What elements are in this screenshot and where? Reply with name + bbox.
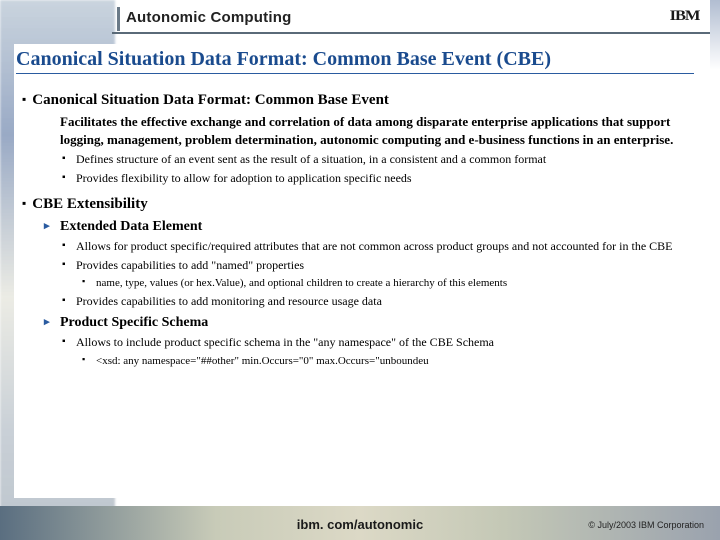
ibm-logo: IBM <box>670 8 700 25</box>
section-2-sub-1: Extended Data Element <box>60 219 706 235</box>
slide-title: Canonical Situation Data Format: Common … <box>16 48 694 74</box>
section-1-heading: Canonical Situation Data Format: Common … <box>22 92 706 109</box>
section-1-bullet-2: Provides flexibility to allow for adopti… <box>76 171 682 187</box>
section-2-bullet-4a: <xsd: any namespace="##other" min.Occurs… <box>96 354 678 368</box>
slide-body: Canonical Situation Data Format: Common … <box>14 44 706 498</box>
section-2-bullet-4: Allows to include product specific schem… <box>76 335 682 351</box>
section-1-bullet-1: Defines structure of an event sent as th… <box>76 152 682 168</box>
header-brand: Autonomic Computing <box>117 7 291 31</box>
section-1-body: Facilitates the effective exchange and c… <box>60 113 692 148</box>
section-2-bullet-2: Provides capabilities to add "named" pro… <box>76 258 682 274</box>
section-2-bullet-2a: name, type, values (or hex.Value), and o… <box>96 276 678 290</box>
background-right-stripe <box>710 0 720 70</box>
section-2-bullet-3: Provides capabilities to add monitoring … <box>76 294 682 310</box>
section-2-bullet-1: Allows for product specific/required att… <box>76 239 682 255</box>
section-2-heading: CBE Extensibility <box>22 196 706 213</box>
header-rule <box>112 32 710 34</box>
footer-url: ibm. com/autonomic <box>297 517 423 532</box>
section-2-sub-2: Product Specific Schema <box>60 315 706 331</box>
footer-copyright: © July/2003 IBM Corporation <box>588 520 704 530</box>
